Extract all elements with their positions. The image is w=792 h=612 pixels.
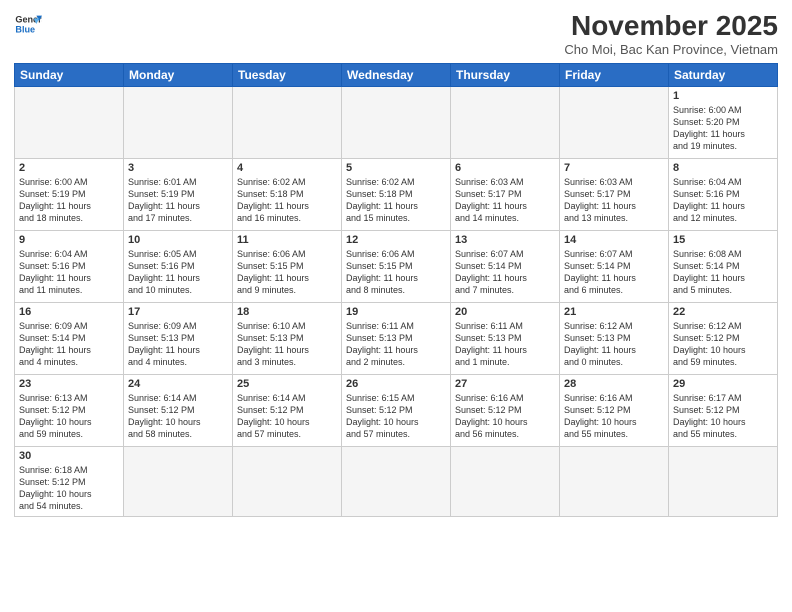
empty-cell	[233, 447, 342, 517]
empty-cell	[451, 87, 560, 159]
logo-icon: General Blue	[14, 10, 42, 38]
day-9: 9 Sunrise: 6:04 AMSunset: 5:16 PMDayligh…	[15, 231, 124, 303]
empty-cell	[233, 87, 342, 159]
day-18: 18 Sunrise: 6:10 AMSunset: 5:13 PMDaylig…	[233, 303, 342, 375]
day-2: 2 Sunrise: 6:00 AMSunset: 5:19 PMDayligh…	[15, 159, 124, 231]
day-21: 21 Sunrise: 6:12 AMSunset: 5:13 PMDaylig…	[560, 303, 669, 375]
day-22: 22 Sunrise: 6:12 AMSunset: 5:12 PMDaylig…	[669, 303, 778, 375]
day-20: 20 Sunrise: 6:11 AMSunset: 5:13 PMDaylig…	[451, 303, 560, 375]
calendar-row-5: 23 Sunrise: 6:13 AMSunset: 5:12 PMDaylig…	[15, 375, 778, 447]
header-friday: Friday	[560, 64, 669, 87]
header: General Blue November 2025 Cho Moi, Bac …	[14, 10, 778, 57]
day-8: 8 Sunrise: 6:04 AMSunset: 5:16 PMDayligh…	[669, 159, 778, 231]
day-19: 19 Sunrise: 6:11 AMSunset: 5:13 PMDaylig…	[342, 303, 451, 375]
day-28: 28 Sunrise: 6:16 AMSunset: 5:12 PMDaylig…	[560, 375, 669, 447]
page: General Blue November 2025 Cho Moi, Bac …	[0, 0, 792, 612]
svg-text:Blue: Blue	[15, 24, 35, 34]
day-26: 26 Sunrise: 6:15 AMSunset: 5:12 PMDaylig…	[342, 375, 451, 447]
header-thursday: Thursday	[451, 64, 560, 87]
empty-cell	[15, 87, 124, 159]
day-15: 15 Sunrise: 6:08 AMSunset: 5:14 PMDaylig…	[669, 231, 778, 303]
empty-cell	[342, 87, 451, 159]
calendar-row-2: 2 Sunrise: 6:00 AMSunset: 5:19 PMDayligh…	[15, 159, 778, 231]
day-3: 3 Sunrise: 6:01 AMSunset: 5:19 PMDayligh…	[124, 159, 233, 231]
calendar-row-3: 9 Sunrise: 6:04 AMSunset: 5:16 PMDayligh…	[15, 231, 778, 303]
day-29: 29 Sunrise: 6:17 AMSunset: 5:12 PMDaylig…	[669, 375, 778, 447]
calendar-row-6: 30 Sunrise: 6:18 AMSunset: 5:12 PMDaylig…	[15, 447, 778, 517]
empty-cell	[560, 87, 669, 159]
location: Cho Moi, Bac Kan Province, Vietnam	[564, 42, 778, 57]
empty-cell	[560, 447, 669, 517]
day-11: 11 Sunrise: 6:06 AMSunset: 5:15 PMDaylig…	[233, 231, 342, 303]
empty-cell	[124, 87, 233, 159]
title-area: November 2025 Cho Moi, Bac Kan Province,…	[564, 10, 778, 57]
day-1: 1 Sunrise: 6:00 AMSunset: 5:20 PMDayligh…	[669, 87, 778, 159]
header-sunday: Sunday	[15, 64, 124, 87]
day-10: 10 Sunrise: 6:05 AMSunset: 5:16 PMDaylig…	[124, 231, 233, 303]
day-13: 13 Sunrise: 6:07 AMSunset: 5:14 PMDaylig…	[451, 231, 560, 303]
empty-cell	[342, 447, 451, 517]
empty-cell	[669, 447, 778, 517]
day-6: 6 Sunrise: 6:03 AMSunset: 5:17 PMDayligh…	[451, 159, 560, 231]
day-14: 14 Sunrise: 6:07 AMSunset: 5:14 PMDaylig…	[560, 231, 669, 303]
day-5: 5 Sunrise: 6:02 AMSunset: 5:18 PMDayligh…	[342, 159, 451, 231]
header-tuesday: Tuesday	[233, 64, 342, 87]
header-wednesday: Wednesday	[342, 64, 451, 87]
calendar-row-1: 1 Sunrise: 6:00 AMSunset: 5:20 PMDayligh…	[15, 87, 778, 159]
day-17: 17 Sunrise: 6:09 AMSunset: 5:13 PMDaylig…	[124, 303, 233, 375]
day-24: 24 Sunrise: 6:14 AMSunset: 5:12 PMDaylig…	[124, 375, 233, 447]
empty-cell	[124, 447, 233, 517]
empty-cell	[451, 447, 560, 517]
day-23: 23 Sunrise: 6:13 AMSunset: 5:12 PMDaylig…	[15, 375, 124, 447]
header-saturday: Saturday	[669, 64, 778, 87]
logo: General Blue	[14, 10, 42, 38]
day-7: 7 Sunrise: 6:03 AMSunset: 5:17 PMDayligh…	[560, 159, 669, 231]
header-monday: Monday	[124, 64, 233, 87]
day-27: 27 Sunrise: 6:16 AMSunset: 5:12 PMDaylig…	[451, 375, 560, 447]
day-12: 12 Sunrise: 6:06 AMSunset: 5:15 PMDaylig…	[342, 231, 451, 303]
day-1-info: Sunrise: 6:00 AMSunset: 5:20 PMDaylight:…	[673, 105, 745, 151]
weekday-header-row: Sunday Monday Tuesday Wednesday Thursday…	[15, 64, 778, 87]
day-16: 16 Sunrise: 6:09 AMSunset: 5:14 PMDaylig…	[15, 303, 124, 375]
month-title: November 2025	[564, 10, 778, 42]
day-25: 25 Sunrise: 6:14 AMSunset: 5:12 PMDaylig…	[233, 375, 342, 447]
day-4: 4 Sunrise: 6:02 AMSunset: 5:18 PMDayligh…	[233, 159, 342, 231]
calendar-table: Sunday Monday Tuesday Wednesday Thursday…	[14, 63, 778, 517]
day-30: 30 Sunrise: 6:18 AMSunset: 5:12 PMDaylig…	[15, 447, 124, 517]
calendar-row-4: 16 Sunrise: 6:09 AMSunset: 5:14 PMDaylig…	[15, 303, 778, 375]
